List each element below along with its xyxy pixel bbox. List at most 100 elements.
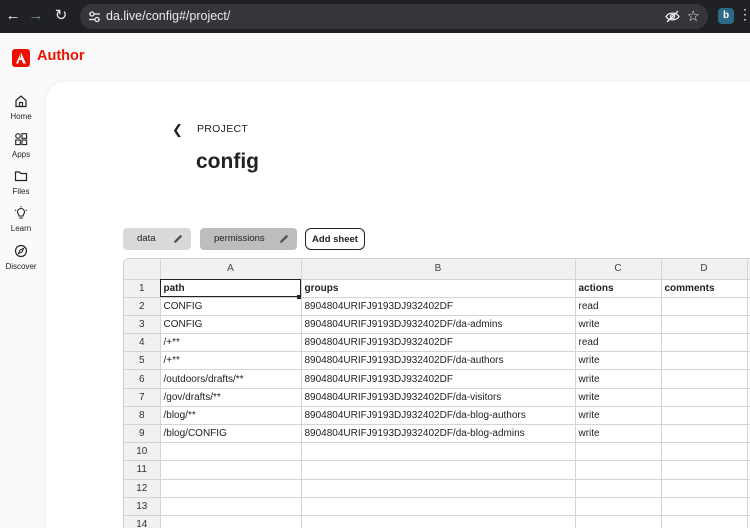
table-cell[interactable]: 8904804URIFJ9193DJ932402DF [301, 369, 576, 389]
column-header-a[interactable]: A [160, 259, 302, 280]
table-cell[interactable] [661, 479, 748, 498]
table-cell[interactable]: path [160, 279, 302, 298]
bookmark-star-icon[interactable]: ☆ [687, 6, 700, 27]
table-cell[interactable]: write [575, 406, 662, 426]
table-cell[interactable] [160, 460, 302, 480]
brand-name[interactable]: Author [37, 48, 85, 64]
table-cell[interactable]: read [575, 333, 662, 353]
table-cell[interactable] [160, 515, 302, 528]
row-number[interactable]: 4 [124, 333, 161, 353]
row-number[interactable]: 6 [124, 369, 161, 389]
add-sheet-button[interactable]: Add sheet [305, 228, 365, 250]
pencil-icon[interactable] [278, 233, 290, 245]
column-header-d[interactable]: D [661, 259, 748, 280]
table-cell[interactable]: write [575, 369, 662, 389]
table-cell[interactable] [301, 515, 576, 528]
table-cell[interactable] [575, 442, 662, 462]
table-cell[interactable]: 8904804URIFJ9193DJ932402DF/da-authors [301, 351, 576, 371]
table-cell[interactable]: groups [301, 279, 576, 298]
spreadsheet[interactable]: A B C D 1 path groups actions comments 2 CONFI… [123, 258, 750, 528]
table-cell[interactable]: /gov/drafts/** [160, 388, 302, 407]
row-number[interactable]: 14 [124, 515, 161, 528]
adobe-logo-icon[interactable] [12, 49, 30, 67]
table-cell[interactable]: write [575, 315, 662, 335]
table-cell[interactable]: write [575, 388, 662, 407]
reload-icon[interactable]: ↻ [50, 5, 72, 27]
tab-data[interactable]: data [123, 228, 191, 250]
table-cell[interactable]: read [575, 297, 662, 316]
table-cell[interactable]: /+** [160, 351, 302, 371]
table-cell[interactable] [661, 442, 748, 462]
table-cell[interactable] [301, 460, 576, 480]
table-cell[interactable] [661, 424, 748, 444]
table-cell[interactable]: 8904804URIFJ9193DJ932402DF [301, 333, 576, 353]
table-cell[interactable] [661, 351, 748, 371]
table-cell[interactable]: 8904804URIFJ9193DJ932402DF [301, 297, 576, 316]
table-cell[interactable] [301, 442, 576, 462]
row-number[interactable]: 10 [124, 442, 161, 462]
pencil-icon[interactable] [172, 233, 184, 245]
row-number[interactable]: 13 [124, 497, 161, 516]
row-number[interactable]: 12 [124, 479, 161, 498]
table-cell[interactable]: 8904804URIFJ9193DJ932402DF/da-blog-admin… [301, 424, 576, 444]
table-cell[interactable] [661, 497, 748, 516]
rail-item-apps[interactable]: Apps [0, 132, 42, 159]
address-bar[interactable]: da.live/config#/project/ ☆ [80, 4, 708, 29]
rail-item-files[interactable]: Files [0, 169, 42, 196]
table-cell[interactable] [661, 369, 748, 389]
table-cell[interactable] [575, 515, 662, 528]
breadcrumb[interactable]: PROJECT [197, 123, 248, 135]
site-settings-icon[interactable] [88, 10, 101, 23]
table-cell[interactable] [661, 333, 748, 353]
table-cell[interactable]: /outdoors/drafts/** [160, 369, 302, 389]
table-cell[interactable] [661, 297, 748, 316]
rail-item-learn[interactable]: Learn [0, 206, 42, 233]
row-number[interactable]: 2 [124, 297, 161, 316]
table-cell[interactable]: /blog/** [160, 406, 302, 426]
row-number[interactable]: 1 [124, 279, 161, 298]
table-cell[interactable] [575, 497, 662, 516]
column-header-c[interactable]: C [575, 259, 662, 280]
row-number[interactable]: 8 [124, 406, 161, 426]
rail-item-home[interactable]: Home [0, 94, 42, 121]
table-cell[interactable] [301, 479, 576, 498]
table-cell[interactable]: /+** [160, 333, 302, 353]
table-cell[interactable]: 8904804URIFJ9193DJ932402DF/da-blog-autho… [301, 406, 576, 426]
row-number[interactable]: 11 [124, 460, 161, 480]
chevron-left-icon[interactable]: ❮ [172, 122, 183, 138]
table-cell[interactable]: 8904804URIFJ9193DJ932402DF/da-visitors [301, 388, 576, 407]
table-cell[interactable] [160, 497, 302, 516]
forward-arrow-icon[interactable]: → [25, 5, 47, 27]
tab-permissions[interactable]: permissions [200, 228, 297, 250]
row-number[interactable]: 7 [124, 388, 161, 407]
table-cell[interactable]: CONFIG [160, 297, 302, 316]
table-cell[interactable] [661, 406, 748, 426]
column-header-b[interactable]: B [301, 259, 576, 280]
table-cell[interactable]: write [575, 424, 662, 444]
url-text[interactable]: da.live/config#/project/ [106, 4, 230, 29]
table-cell[interactable]: CONFIG [160, 315, 302, 335]
selection-fill-handle[interactable] [297, 295, 301, 299]
row-number[interactable]: 5 [124, 351, 161, 371]
eye-off-icon[interactable] [665, 9, 680, 24]
table-cell[interactable] [661, 315, 748, 335]
rail-item-discover[interactable]: Discover [0, 244, 42, 271]
table-cell[interactable]: write [575, 351, 662, 371]
corner-cell[interactable] [124, 259, 161, 280]
table-cell[interactable] [160, 442, 302, 462]
back-arrow-icon[interactable]: ← [2, 5, 24, 27]
table-cell[interactable] [301, 497, 576, 516]
extension-icon[interactable]: b [718, 8, 734, 24]
table-cell[interactable]: /blog/CONFIG [160, 424, 302, 444]
table-cell[interactable] [661, 515, 748, 528]
table-cell[interactable] [575, 479, 662, 498]
kebab-menu-icon[interactable]: ⋮ [738, 6, 750, 23]
table-cell[interactable] [661, 460, 748, 480]
table-cell[interactable] [160, 479, 302, 498]
table-cell[interactable]: comments [661, 279, 748, 298]
row-number[interactable]: 3 [124, 315, 161, 335]
table-cell[interactable]: 8904804URIFJ9193DJ932402DF/da-admins [301, 315, 576, 335]
table-cell[interactable] [575, 460, 662, 480]
row-number[interactable]: 9 [124, 424, 161, 444]
table-cell[interactable]: actions [575, 279, 662, 298]
